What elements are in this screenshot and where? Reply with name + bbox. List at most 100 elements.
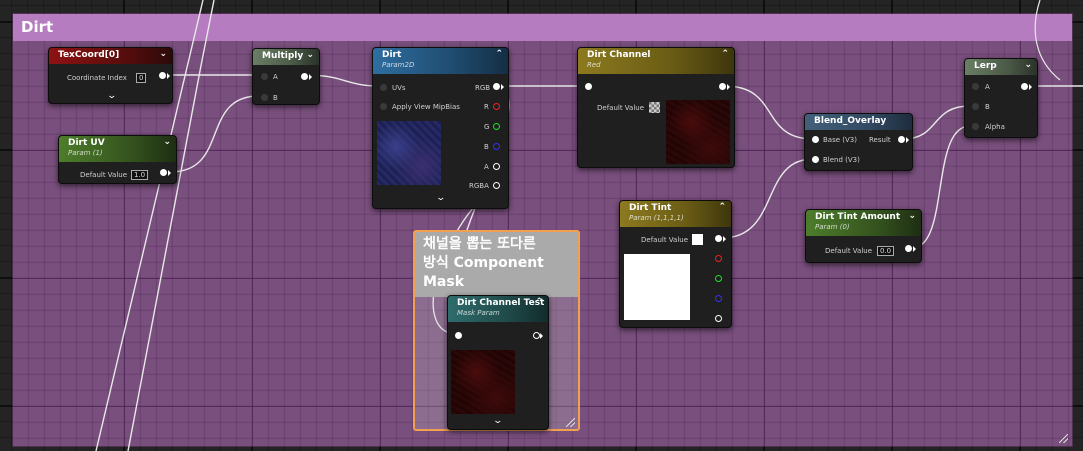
output-pin-a[interactable] <box>715 315 722 322</box>
node-blend-overlay[interactable]: Blend_Overlay Base (V3) Blend (V3) Resul… <box>804 113 913 171</box>
chevron-down-icon[interactable]: ⌄ <box>1024 60 1032 70</box>
output-pin[interactable] <box>160 169 167 176</box>
output-pin-a[interactable] <box>493 163 500 170</box>
node-dirt-channel[interactable]: Dirt Channel Red ⌃ Default Value <box>577 47 735 168</box>
pin-label: B <box>484 143 489 151</box>
output-pin-g[interactable] <box>715 275 722 282</box>
node-subtitle: Param (1,1,1,1) <box>629 214 684 222</box>
node-dirt-tint-amount[interactable]: Dirt Tint Amount Param (0) ⌄ Default Value… <box>805 209 922 263</box>
node-header[interactable]: Blend_Overlay <box>805 114 912 130</box>
pin-label: Default Value <box>80 171 128 179</box>
chevron-up-icon[interactable]: ⌃ <box>495 49 503 59</box>
input-pin-b[interactable] <box>972 103 979 110</box>
node-title: Dirt Tint Amount <box>815 212 901 222</box>
output-pin-b[interactable] <box>715 295 722 302</box>
expand-icon[interactable]: ⌄ <box>435 193 446 203</box>
color-swatch[interactable] <box>692 234 703 245</box>
chevron-down-icon[interactable]: ⌄ <box>908 211 916 221</box>
arrow-icon <box>167 73 170 79</box>
texture-preview <box>451 350 515 414</box>
output-pin[interactable] <box>898 136 905 143</box>
output-pin-r[interactable] <box>715 255 722 262</box>
color-swatch[interactable] <box>649 102 660 113</box>
pin-label: Result <box>869 136 891 144</box>
arrow-icon <box>540 333 543 339</box>
input-pin-mipbias[interactable] <box>380 103 387 110</box>
node-header[interactable]: Dirt Tint Amount Param (0) ⌄ <box>806 210 921 236</box>
pin-label: Default Value <box>597 104 645 112</box>
pin-label: Alpha <box>985 123 1005 131</box>
node-header[interactable]: Dirt Param2D ⌃ <box>373 48 508 74</box>
node-subtitle: Param (1) <box>68 149 103 157</box>
input-pin[interactable] <box>455 332 462 339</box>
value-field[interactable]: 0.0 <box>877 246 895 256</box>
node-dirt-channel-test[interactable]: Dirt Channel Test Mask Param ⌃ ⌄ <box>447 295 549 430</box>
chevron-up-icon[interactable]: ⌃ <box>718 202 726 212</box>
comment-title[interactable]: Dirt <box>13 14 1072 41</box>
texture-preview <box>666 100 730 164</box>
value-field[interactable]: 0 <box>136 73 147 83</box>
pin-label: Default Value <box>641 236 689 244</box>
value-field[interactable]: 1.0 <box>131 170 149 180</box>
chevron-down-icon[interactable]: ⌄ <box>306 50 314 60</box>
expand-icon[interactable]: ⌄ <box>106 91 117 101</box>
node-dirt-texture[interactable]: Dirt Param2D ⌃ UVs Apply View MipBias RGB … <box>372 47 509 209</box>
node-title: Dirt Channel Test <box>457 298 545 308</box>
comment-text[interactable]: 채널을 뽑는 또다른 방식 Component Mask <box>415 232 578 297</box>
node-subtitle: Param2D <box>382 61 415 69</box>
node-header[interactable]: Dirt UV Param (1) ⌄ <box>59 136 176 162</box>
pin-label: Coordinate Index <box>67 74 127 82</box>
input-pin-blend[interactable] <box>812 156 819 163</box>
node-subtitle: Param (0) <box>815 223 850 231</box>
node-dirt-uv[interactable]: Dirt UV Param (1) ⌄ Default Value 1.0 <box>58 135 177 184</box>
node-subtitle: Mask Param <box>457 309 500 317</box>
input-pin-a[interactable] <box>972 83 979 90</box>
chevron-down-icon[interactable]: ⌄ <box>159 49 167 59</box>
node-title: Lerp <box>974 61 997 71</box>
node-texcoord[interactable]: TexCoord[0] ⌄ Coordinate Index 0 ⌄ <box>48 47 173 104</box>
pin-label: A <box>273 73 278 81</box>
output-pin[interactable] <box>533 332 540 339</box>
chevron-down-icon[interactable]: ⌄ <box>163 137 171 147</box>
output-pin[interactable] <box>159 72 166 79</box>
arrow-icon <box>723 236 726 242</box>
input-pin-alpha[interactable] <box>972 123 979 130</box>
pin-label: B <box>985 103 990 111</box>
output-pin-g[interactable] <box>493 123 500 130</box>
node-title: Dirt Tint <box>629 203 672 213</box>
chevron-up-icon[interactable]: ⌃ <box>721 49 729 59</box>
input-pin-uvs[interactable] <box>380 84 387 91</box>
node-lerp[interactable]: Lerp ⌄ A B Alpha <box>964 58 1038 138</box>
node-multiply[interactable]: Multiply ⌄ A B <box>252 48 320 105</box>
input-pin-b[interactable] <box>261 94 268 101</box>
node-header[interactable]: Multiply ⌄ <box>253 49 319 65</box>
output-pin[interactable] <box>719 83 726 90</box>
node-header[interactable]: Lerp ⌄ <box>965 59 1037 75</box>
node-header[interactable]: Dirt Tint Param (1,1,1,1) ⌃ <box>620 201 731 227</box>
input-pin[interactable] <box>585 83 592 90</box>
resize-handle-icon[interactable] <box>1059 434 1068 443</box>
input-pin-a[interactable] <box>261 73 268 80</box>
node-header[interactable]: Dirt Channel Test Mask Param ⌃ <box>448 296 548 322</box>
resize-handle-icon[interactable] <box>566 418 575 427</box>
node-title: Blend_Overlay <box>814 116 887 126</box>
node-header[interactable]: Dirt Channel Red ⌃ <box>578 48 734 74</box>
output-pin-r[interactable] <box>493 103 500 110</box>
input-pin-base[interactable] <box>812 136 819 143</box>
output-pin-b[interactable] <box>493 143 500 150</box>
output-pin-rgba[interactable] <box>493 182 500 189</box>
output-pin-rgb[interactable] <box>493 83 500 90</box>
output-pin[interactable] <box>905 245 912 252</box>
node-dirt-tint[interactable]: Dirt Tint Param (1,1,1,1) ⌃ Default Value <box>619 200 732 328</box>
node-title: Dirt UV <box>68 138 105 148</box>
pin-label: Default Value <box>825 247 873 255</box>
chevron-up-icon[interactable]: ⌃ <box>535 297 543 307</box>
output-pin[interactable] <box>715 235 722 242</box>
pin-label: RGBA <box>469 182 489 190</box>
pin-label: Base (V3) <box>823 136 857 144</box>
arrow-icon <box>1029 84 1032 90</box>
expand-icon[interactable]: ⌄ <box>492 416 503 426</box>
node-header[interactable]: TexCoord[0] ⌄ <box>49 48 172 64</box>
output-pin[interactable] <box>1021 83 1028 90</box>
output-pin[interactable] <box>301 73 308 80</box>
